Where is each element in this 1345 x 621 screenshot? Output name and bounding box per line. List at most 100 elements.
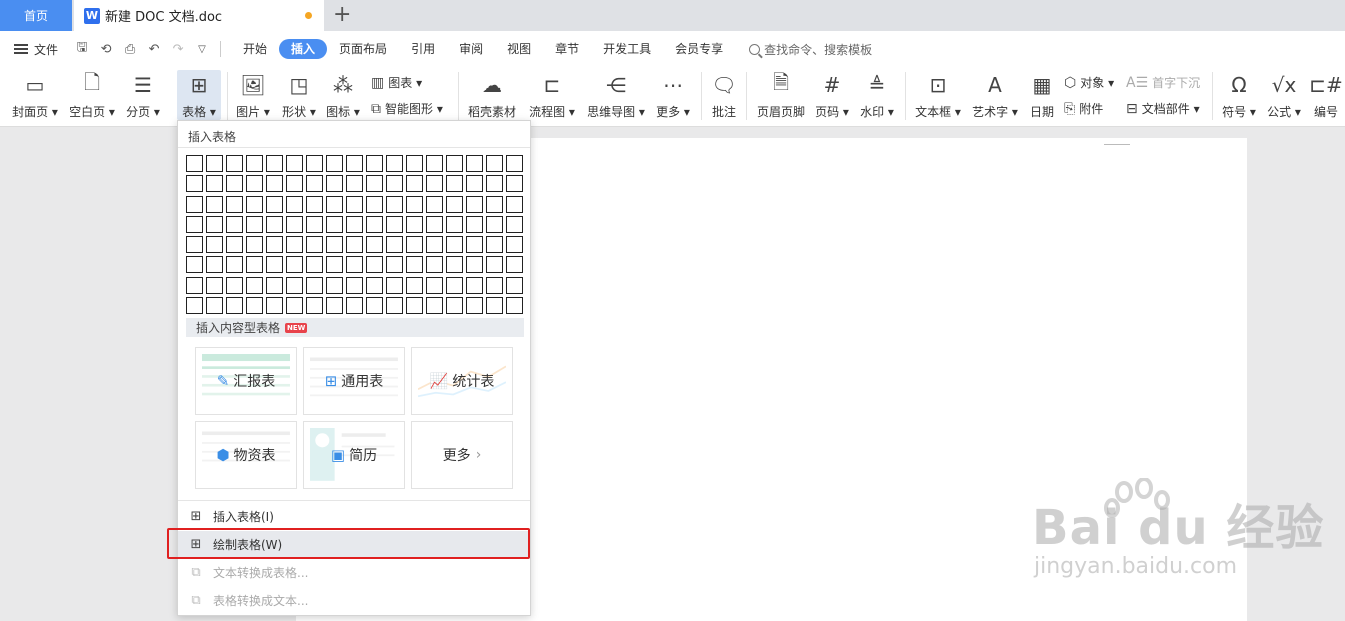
table-grid-cell[interactable] bbox=[366, 236, 383, 254]
table-grid-cell[interactable] bbox=[326, 276, 343, 294]
table-grid-cell[interactable] bbox=[326, 215, 343, 233]
file-menu-button[interactable]: 文件 bbox=[14, 41, 58, 58]
table-grid-cell[interactable] bbox=[486, 297, 503, 315]
table-grid-cell[interactable] bbox=[426, 236, 443, 254]
template-card-resume[interactable]: ▣ 简历 bbox=[303, 421, 405, 489]
table-grid-cell[interactable] bbox=[306, 195, 323, 213]
table-grid-cell[interactable] bbox=[206, 195, 223, 213]
table-grid-cell[interactable] bbox=[406, 276, 423, 294]
table-grid-cell[interactable] bbox=[346, 297, 363, 315]
table-grid-cell[interactable] bbox=[286, 256, 303, 274]
table-grid-cell[interactable] bbox=[186, 175, 203, 193]
table-grid-cell[interactable] bbox=[226, 256, 243, 274]
tab-page-layout[interactable]: 页面布局 bbox=[327, 39, 399, 59]
page-number-button[interactable]: # 页码 ▾ bbox=[814, 67, 850, 120]
page-break-button[interactable]: ☰ 分页 ▾ bbox=[124, 67, 162, 120]
template-card-more[interactable]: 更多 › bbox=[411, 421, 513, 489]
table-grid-cell[interactable] bbox=[266, 276, 283, 294]
doc-parts-button[interactable]: ⊟ 文档部件 ▾ bbox=[1126, 100, 1200, 117]
table-grid-cell[interactable] bbox=[246, 215, 263, 233]
table-grid-cell[interactable] bbox=[506, 175, 523, 193]
table-grid-cell[interactable] bbox=[306, 155, 323, 172]
table-grid-cell[interactable] bbox=[466, 256, 483, 274]
table-grid-cell[interactable] bbox=[266, 195, 283, 213]
table-grid-cell[interactable] bbox=[286, 276, 303, 294]
table-grid-cell[interactable] bbox=[306, 215, 323, 233]
table-grid-cell[interactable] bbox=[246, 276, 263, 294]
table-grid-cell[interactable] bbox=[306, 256, 323, 274]
table-grid-cell[interactable] bbox=[206, 215, 223, 233]
table-grid-cell[interactable] bbox=[326, 155, 343, 172]
tab-review[interactable]: 审阅 bbox=[447, 39, 495, 59]
table-grid-cell[interactable] bbox=[426, 195, 443, 213]
table-grid-cell[interactable] bbox=[346, 175, 363, 193]
table-grid-cell[interactable] bbox=[466, 215, 483, 233]
redo-icon[interactable]: ↷ bbox=[170, 42, 186, 57]
table-grid-cell[interactable] bbox=[246, 256, 263, 274]
table-grid-cell[interactable] bbox=[406, 256, 423, 274]
table-grid-cell[interactable] bbox=[446, 195, 463, 213]
table-grid-cell[interactable] bbox=[326, 236, 343, 254]
table-grid-cell[interactable] bbox=[386, 155, 403, 172]
new-tab-button[interactable]: + bbox=[333, 3, 351, 27]
table-grid-cell[interactable] bbox=[306, 236, 323, 254]
table-grid-cell[interactable] bbox=[246, 236, 263, 254]
table-grid-cell[interactable] bbox=[506, 256, 523, 274]
table-grid-cell[interactable] bbox=[186, 297, 203, 315]
table-grid-cell[interactable] bbox=[426, 297, 443, 315]
table-grid-cell[interactable] bbox=[246, 155, 263, 172]
table-grid-cell[interactable] bbox=[346, 195, 363, 213]
table-grid-cell[interactable] bbox=[426, 256, 443, 274]
more-button[interactable]: ⋯ 更多 ▾ bbox=[654, 67, 692, 120]
tab-references[interactable]: 引用 bbox=[399, 39, 447, 59]
text-box-button[interactable]: ⊡ 文本框 ▾ bbox=[914, 67, 962, 120]
print-icon[interactable]: ⎙ bbox=[122, 42, 138, 57]
tab-member[interactable]: 会员专享 bbox=[663, 39, 735, 59]
insert-table-menu-item[interactable]: ⊞ 插入表格(I) bbox=[178, 503, 530, 530]
table-grid-cell[interactable] bbox=[386, 195, 403, 213]
table-grid-cell[interactable] bbox=[266, 175, 283, 193]
table-grid-cell[interactable] bbox=[446, 297, 463, 315]
table-grid-cell[interactable] bbox=[486, 256, 503, 274]
table-grid-cell[interactable] bbox=[306, 297, 323, 315]
template-card-general[interactable]: ⊞ 通用表 bbox=[303, 347, 405, 415]
command-search[interactable]: 查找命令、搜索模板 bbox=[749, 41, 872, 58]
table-grid-cell[interactable] bbox=[246, 175, 263, 193]
table-grid-cell[interactable] bbox=[506, 276, 523, 294]
table-grid-cell[interactable] bbox=[466, 297, 483, 315]
table-grid-cell[interactable] bbox=[246, 195, 263, 213]
symbol-button[interactable]: Ω 符号 ▾ bbox=[1220, 67, 1258, 120]
table-grid-cell[interactable] bbox=[206, 297, 223, 315]
table-grid-cell[interactable] bbox=[286, 236, 303, 254]
table-grid-cell[interactable] bbox=[366, 256, 383, 274]
table-grid-cell[interactable] bbox=[486, 276, 503, 294]
table-grid-cell[interactable] bbox=[186, 236, 203, 254]
formula-button[interactable]: √x 公式 ▾ bbox=[1265, 67, 1303, 120]
table-grid-cell[interactable] bbox=[426, 155, 443, 172]
table-grid-cell[interactable] bbox=[446, 175, 463, 193]
format-painter-icon[interactable]: ⟲ bbox=[98, 42, 114, 57]
table-grid-cell[interactable] bbox=[506, 215, 523, 233]
table-grid-cell[interactable] bbox=[366, 215, 383, 233]
template-card-report[interactable]: ✎ 汇报表 bbox=[195, 347, 297, 415]
table-grid-cell[interactable] bbox=[386, 215, 403, 233]
header-footer-button[interactable]: 🗎 页眉页脚 bbox=[755, 67, 807, 120]
table-grid-cell[interactable] bbox=[466, 155, 483, 172]
mind-map-button[interactable]: ⋲ 思维导图 ▾ bbox=[587, 67, 645, 120]
table-grid-cell[interactable] bbox=[286, 297, 303, 315]
watermark-button[interactable]: ≜ 水印 ▾ bbox=[858, 67, 896, 120]
table-grid-cell[interactable] bbox=[346, 215, 363, 233]
table-grid-cell[interactable] bbox=[226, 236, 243, 254]
table-grid-cell[interactable] bbox=[426, 276, 443, 294]
table-grid-cell[interactable] bbox=[226, 276, 243, 294]
table-grid-cell[interactable] bbox=[226, 195, 243, 213]
table-grid-cell[interactable] bbox=[326, 297, 343, 315]
table-grid-cell[interactable] bbox=[506, 236, 523, 254]
table-grid-cell[interactable] bbox=[206, 236, 223, 254]
table-grid-cell[interactable] bbox=[326, 256, 343, 274]
table-grid-cell[interactable] bbox=[446, 236, 463, 254]
comment-button[interactable]: 🗨 批注 bbox=[708, 67, 740, 120]
table-grid-cell[interactable] bbox=[386, 256, 403, 274]
table-grid-cell[interactable] bbox=[406, 236, 423, 254]
table-grid-cell[interactable] bbox=[326, 195, 343, 213]
